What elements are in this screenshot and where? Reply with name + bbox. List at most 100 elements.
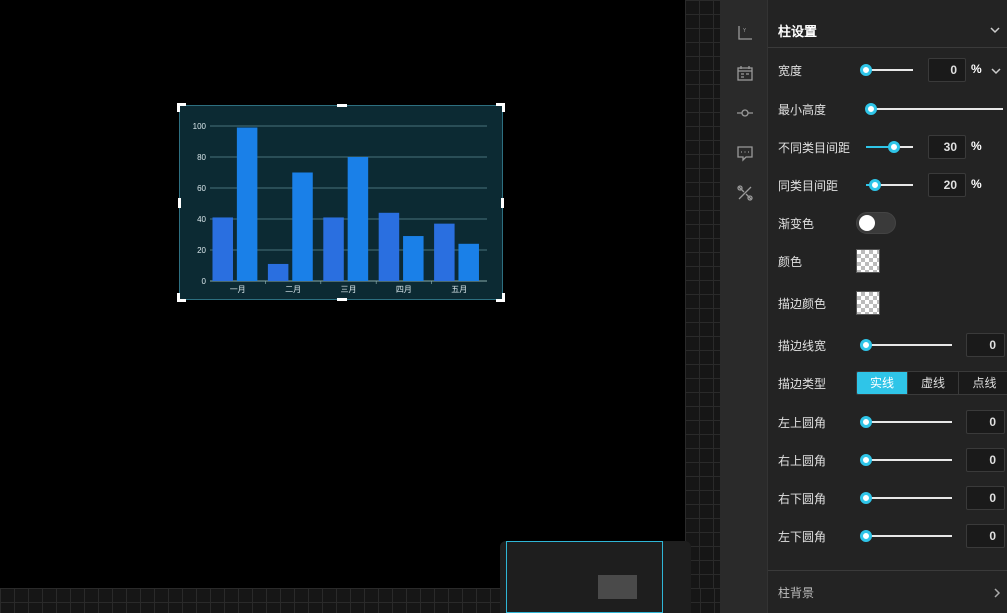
x-tick-label: 四月 <box>396 285 412 294</box>
resize-handle-top-left[interactable] <box>177 103 186 112</box>
bar-chart: 0 20 40 60 80 100 一月 二月 三月 四月 五月 <box>193 122 487 294</box>
min-height-slider[interactable] <box>865 103 1003 115</box>
bar <box>323 217 344 281</box>
gradient-toggle-knob <box>859 215 875 231</box>
min-height-label: 最小高度 <box>778 103 827 117</box>
radius-tr-slider-knob[interactable] <box>860 454 872 466</box>
bar <box>378 212 400 281</box>
width-slider[interactable] <box>860 64 913 76</box>
radius-bl-slider-knob[interactable] <box>860 530 872 542</box>
width-unit: % <box>971 62 982 76</box>
radius-br-slider[interactable] <box>860 492 952 504</box>
radius-bl-input[interactable]: 0 <box>966 524 1005 548</box>
chart-widget[interactable]: 0 20 40 60 80 100 一月 二月 三月 四月 五月 <box>177 103 505 302</box>
border-width-row: 描边线宽 0 <box>768 333 1007 357</box>
min-height-row: 最小高度 <box>768 97 1007 121</box>
x-tick-label: 五月 <box>451 285 467 294</box>
color-row: 颜色 <box>768 249 1007 273</box>
y-tick-label: 100 <box>193 122 207 131</box>
x-tick-label: 二月 <box>285 285 301 294</box>
resize-handle-bottom[interactable] <box>337 298 347 301</box>
y-tick-label: 60 <box>197 184 206 193</box>
minimap-viewport[interactable] <box>506 541 663 613</box>
category-gap-slider[interactable] <box>866 141 913 153</box>
unit-dropdown-chevron-icon[interactable] <box>990 64 1002 76</box>
width-slider-knob[interactable] <box>860 64 872 76</box>
y-tick-label: 40 <box>197 215 206 224</box>
gradient-toggle[interactable] <box>856 212 896 234</box>
border-type-segmented: 实线 虚线 点线 <box>856 371 1007 395</box>
panel-header[interactable]: 柱设置 <box>768 10 1007 48</box>
color-swatch[interactable] <box>856 249 880 273</box>
border-width-slider[interactable] <box>860 339 952 351</box>
bar <box>236 127 258 281</box>
border-type-solid-button[interactable]: 实线 <box>857 372 908 394</box>
resize-handle-bottom-right[interactable] <box>496 293 505 302</box>
bar <box>212 217 233 281</box>
series-icon[interactable] <box>736 104 754 122</box>
radius-br-label: 右下圆角 <box>778 492 827 506</box>
radius-tr-slider[interactable] <box>860 454 952 466</box>
resize-handle-left[interactable] <box>178 198 181 208</box>
canvas-grid-right <box>685 0 720 613</box>
width-label: 宽度 <box>778 64 803 78</box>
svg-text:Y: Y <box>742 28 747 34</box>
settings-panel: 柱设置 宽度 0 % 最小高度 不同类目间距 30 % 同类目间距 20 % 渐… <box>768 0 1007 613</box>
y-tick-label: 0 <box>202 277 207 286</box>
bar-gap-slider[interactable] <box>866 179 913 191</box>
radius-tl-label: 左上圆角 <box>778 416 827 430</box>
radius-tl-input[interactable]: 0 <box>966 410 1005 434</box>
bar-background-section[interactable]: 柱背景 <box>768 570 1007 613</box>
resize-handle-right[interactable] <box>501 198 504 208</box>
category-gap-input[interactable]: 30 <box>928 135 966 159</box>
bar <box>292 172 313 281</box>
min-height-slider-knob[interactable] <box>865 103 877 115</box>
bar-gap-unit: % <box>971 177 982 191</box>
chevron-right-icon[interactable] <box>991 586 1003 598</box>
resize-handle-bottom-left[interactable] <box>177 293 186 302</box>
border-type-dotted-button[interactable]: 点线 <box>959 372 1007 394</box>
bar-gap-input[interactable]: 20 <box>928 173 966 197</box>
border-type-dashed-button[interactable]: 虚线 <box>908 372 959 394</box>
radius-bl-slider[interactable] <box>860 530 952 542</box>
radius-tr-label: 右上圆角 <box>778 454 827 468</box>
resize-handle-top[interactable] <box>337 104 347 107</box>
category-gap-unit: % <box>971 139 982 153</box>
bar <box>434 223 455 281</box>
minimap-chart-preview <box>598 575 637 599</box>
radius-br-slider-knob[interactable] <box>860 492 872 504</box>
bar <box>267 263 289 281</box>
minimap[interactable] <box>500 541 691 613</box>
border-type-label: 描边类型 <box>778 377 827 391</box>
panel-title: 柱设置 <box>778 24 818 39</box>
category-gap-slider-knob[interactable] <box>888 141 901 153</box>
radius-bl-label: 左下圆角 <box>778 530 827 544</box>
calendar-icon[interactable] <box>736 64 754 82</box>
radius-tr-input[interactable]: 0 <box>966 448 1005 472</box>
bar-gap-row: 同类目间距 20 % <box>768 173 1007 197</box>
radius-tl-slider[interactable] <box>860 416 952 428</box>
resize-handle-top-right[interactable] <box>496 103 505 112</box>
tools-icon[interactable] <box>736 184 754 202</box>
radius-br-input[interactable]: 0 <box>966 486 1005 510</box>
bar <box>458 243 479 281</box>
border-width-slider-knob[interactable] <box>860 339 872 351</box>
x-tick-label: 一月 <box>230 285 246 294</box>
gradient-row: 渐变色 <box>768 211 1007 235</box>
bar-gap-slider-knob[interactable] <box>869 179 882 191</box>
border-color-swatch[interactable] <box>856 291 880 315</box>
radius-tl-slider-knob[interactable] <box>860 416 872 428</box>
width-row: 宽度 0 % <box>768 58 1007 82</box>
tooltip-icon[interactable] <box>736 144 754 162</box>
width-input[interactable]: 0 <box>928 58 966 82</box>
category-gap-label: 不同类目间距 <box>778 141 851 155</box>
border-width-label: 描边线宽 <box>778 339 827 353</box>
bar <box>403 236 424 281</box>
axis-icon[interactable]: Y <box>736 24 754 42</box>
chevron-down-icon[interactable] <box>989 23 1001 35</box>
bar <box>347 157 369 281</box>
radius-bl-row: 左下圆角 0 <box>768 524 1007 548</box>
border-width-input[interactable]: 0 <box>966 333 1005 357</box>
y-tick-label: 80 <box>197 153 206 162</box>
border-color-label: 描边颜色 <box>778 297 827 311</box>
